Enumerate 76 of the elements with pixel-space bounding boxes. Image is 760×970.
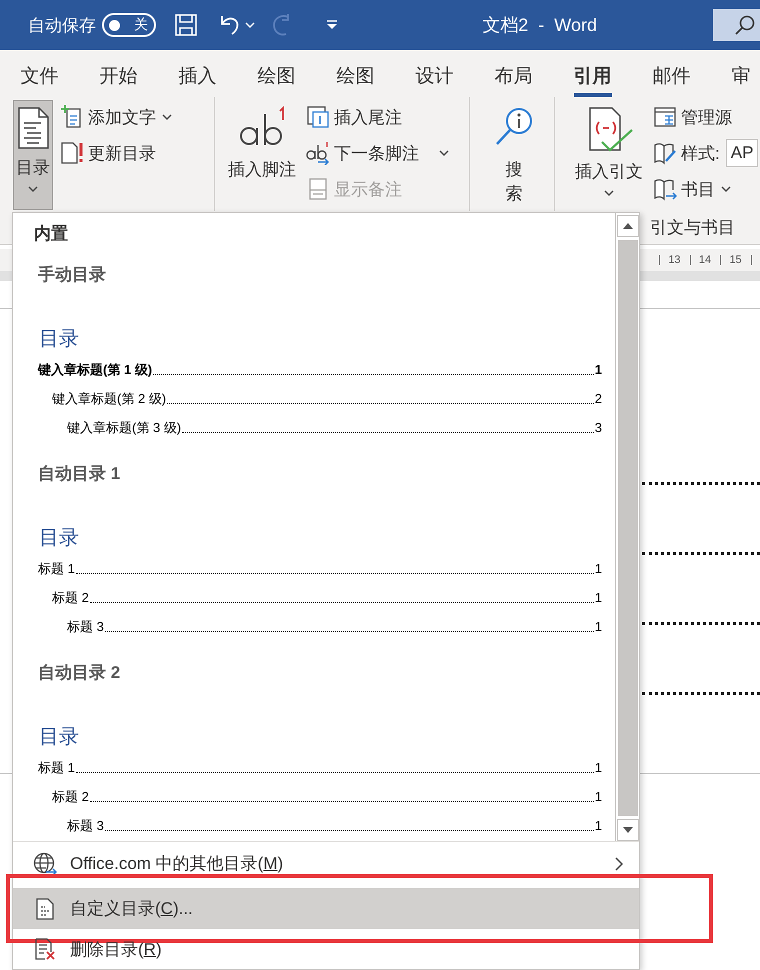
scroll-down-icon — [622, 827, 632, 833]
ruler-number: 13 — [668, 254, 681, 266]
page-number: 1 — [594, 361, 602, 379]
preview-heading: 目录 — [39, 327, 80, 352]
save-icon[interactable] — [174, 13, 198, 37]
table-of-contents-button[interactable]: 目录 — [13, 100, 53, 210]
endnote-icon — [306, 105, 330, 129]
ruler-number: 15 — [729, 254, 742, 266]
preview-entry: 标题 2 — [52, 589, 89, 607]
ruler-number: 14 — [698, 254, 712, 266]
footnote-arrow-icon — [306, 141, 330, 165]
ribbon-tab[interactable]: 绘图 — [237, 50, 316, 97]
bibliography-button[interactable]: 书目 — [650, 171, 760, 207]
preview-entry: 键入章标题(第 3 级) — [67, 419, 182, 437]
menu-item[interactable]: 删除目录(R) — [13, 929, 639, 969]
document-alert-icon — [60, 141, 84, 165]
document-lines-icon — [16, 106, 50, 150]
autosave-label: 自动保存 — [28, 14, 96, 36]
preview-heading: 目录 — [39, 725, 80, 750]
option-title: 自动目录 2 — [38, 662, 122, 684]
manage-sources-button[interactable]: 管理源 — [650, 99, 760, 135]
ribbon-tab[interactable]: 插入 — [158, 50, 237, 97]
preview-entry: 标题 3 — [67, 618, 104, 636]
caret-icon — [245, 21, 255, 29]
preview-entry: 标题 1 — [38, 560, 75, 578]
add-text-button[interactable]: 添加文字 — [57, 99, 175, 135]
autosave-toggle[interactable]: 关 — [102, 13, 156, 37]
menu-item[interactable]: Office.com 中的其他目录(M) — [13, 842, 639, 885]
preview-entry: 键入章标题(第 1 级) — [38, 361, 152, 379]
preview-entry: 标题 3 — [67, 817, 104, 835]
menu-item[interactable]: 自定义目录(C)... — [13, 888, 639, 929]
preview-entry: 键入章标题(第 2 级) — [52, 390, 166, 408]
search-button[interactable]: 搜索 — [490, 100, 538, 210]
ribbon-tab[interactable]: 文件 — [0, 50, 79, 97]
globe-icon — [33, 852, 57, 876]
menu-heading: 内置 — [33, 223, 69, 245]
search-icon — [734, 14, 756, 36]
page-number: 2 — [594, 390, 602, 408]
table-icon — [653, 105, 677, 129]
scroll-up-icon — [622, 223, 632, 229]
page-number: 1 — [594, 788, 602, 806]
book-brush-icon — [653, 141, 677, 165]
option-title: 自动目录 1 — [38, 463, 122, 485]
page-number: 1 — [594, 589, 602, 607]
update-table-button[interactable]: 更新目录 — [57, 135, 175, 171]
next-footnote-button[interactable]: 下一条脚注 — [303, 135, 452, 171]
page-number: 1 — [594, 618, 602, 636]
ribbon-tab[interactable]: 邮件 — [632, 50, 711, 97]
toc-style-option[interactable]: 自动目录 1 目录 标题 1 1 标题 2 1 标题 3 1 — [13, 454, 615, 653]
group-label: 引文与书目 — [650, 217, 735, 240]
customize-icon[interactable] — [325, 19, 339, 31]
option-title: 手动目录 — [38, 264, 107, 286]
window-title: 文档2 - Word — [482, 14, 597, 37]
ribbon-tab[interactable]: 绘图 — [316, 50, 395, 97]
page-number: 1 — [594, 817, 602, 835]
insert-footnote-button[interactable]: 插入脚注 — [225, 100, 299, 210]
style-field[interactable]: AP — [726, 139, 758, 167]
insert-endnote-button[interactable]: 插入尾注 — [303, 99, 452, 135]
ribbon-tab[interactable]: 审 — [711, 50, 760, 97]
toc-style-option[interactable]: 自动目录 2 目录 标题 1 1 标题 2 1 标题 3 1 — [13, 653, 615, 841]
preview-entry: 标题 1 — [38, 759, 75, 777]
style-picker[interactable]: 样式: AP — [650, 135, 760, 171]
ribbon-tab[interactable]: 开始 — [79, 50, 158, 97]
insert-citation-button[interactable]: 插入引文 — [572, 100, 646, 210]
page-number: 1 — [594, 560, 602, 578]
page-number: 1 — [594, 759, 602, 777]
page-number: 3 — [594, 419, 602, 437]
toc-style-option[interactable]: 手动目录 目录 键入章标题(第 1 级) 1 键入章标题(第 2 级) 2 键入章标题(第 3 级) 3 — [13, 255, 615, 454]
search-box[interactable] — [713, 9, 760, 41]
ribbon-tab[interactable]: 布局 — [474, 50, 553, 97]
delete-document-icon — [33, 937, 57, 961]
book-arrow-icon — [653, 177, 677, 201]
preview-heading: 目录 — [39, 526, 80, 551]
preview-entry: 标题 2 — [52, 788, 89, 806]
ribbon-tab[interactable]: 设计 — [395, 50, 474, 97]
scrollbar[interactable] — [615, 213, 639, 841]
